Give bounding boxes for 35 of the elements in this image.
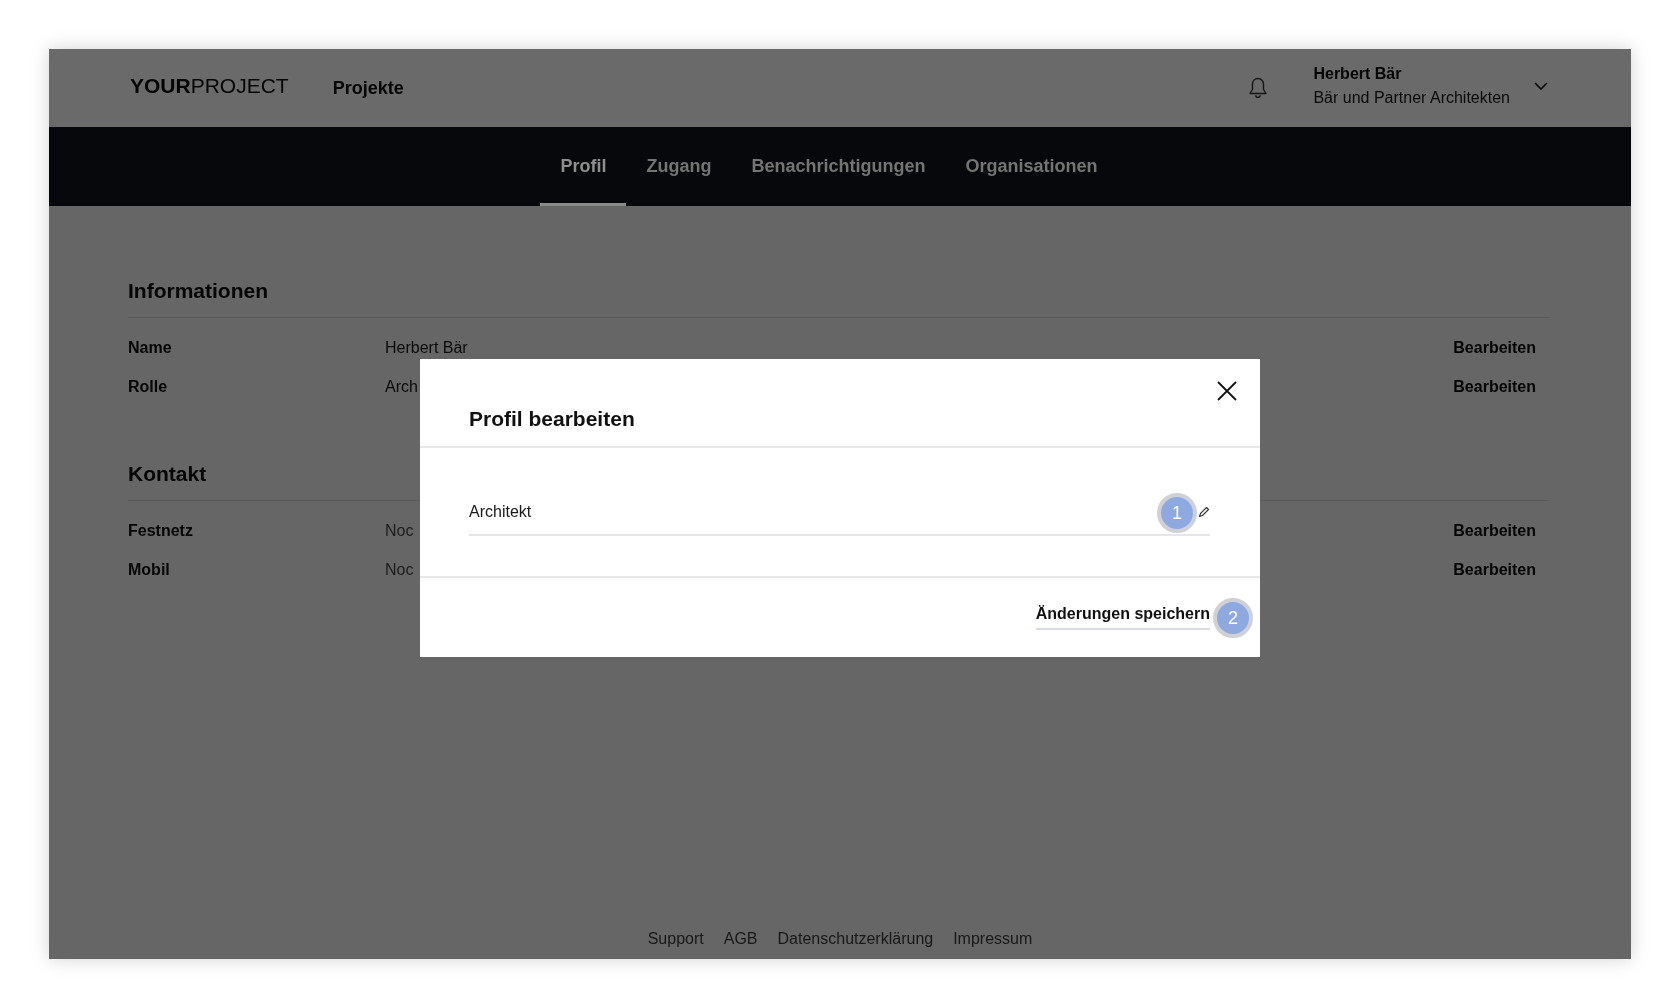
field-label: Festnetz — [128, 520, 193, 541]
step-marker: 1 — [1157, 493, 1197, 533]
field-label: Rolle — [128, 376, 168, 397]
footer-link[interactable]: Support — [647, 929, 704, 949]
tab[interactable]: Organisationen — [945, 127, 1118, 206]
field-value: Noc — [385, 559, 414, 580]
logo[interactable]: YOURPROJECT — [130, 73, 289, 99]
tab[interactable]: Benachrichtigungen — [731, 127, 946, 206]
field-value: Arch — [385, 376, 418, 397]
chevron-down-icon[interactable] — [1534, 82, 1548, 90]
section-title: Informationen — [128, 278, 268, 304]
field-label: Name — [128, 337, 172, 358]
edit-link[interactable]: Bearbeiten — [1453, 520, 1536, 541]
dialog-title: Profil bearbeiten — [469, 406, 635, 432]
pencil-icon[interactable] — [1198, 506, 1210, 518]
footer-link[interactable]: Impressum — [953, 929, 1033, 949]
field-value: Herbert Bär — [385, 337, 468, 358]
projects-link[interactable]: Projekte — [332, 77, 404, 99]
bell-icon[interactable] — [1249, 77, 1268, 99]
footer-link[interactable]: AGB — [723, 929, 758, 949]
save-button[interactable]: Änderungen speichern — [1035, 603, 1210, 630]
close-button[interactable] — [1217, 381, 1237, 401]
user-name[interactable]: Herbert Bär — [1313, 63, 1510, 85]
edit-link[interactable]: Bearbeiten — [1453, 337, 1536, 358]
footer-link[interactable]: Datenschutzerklärung — [777, 929, 934, 949]
edit-link[interactable]: Bearbeiten — [1453, 376, 1536, 397]
tab[interactable]: Zugang — [626, 127, 732, 206]
close-icon — [1217, 381, 1237, 401]
organization-name: Bär und Partner Architekten — [1313, 88, 1510, 108]
section-title: Kontakt — [128, 461, 207, 487]
edit-link[interactable]: Bearbeiten — [1453, 559, 1536, 580]
field-label: Mobil — [128, 559, 170, 580]
field-value: Noc — [385, 520, 414, 541]
step-marker: 2 — [1213, 598, 1253, 638]
text-field[interactable]: Architekt — [469, 500, 1148, 524]
